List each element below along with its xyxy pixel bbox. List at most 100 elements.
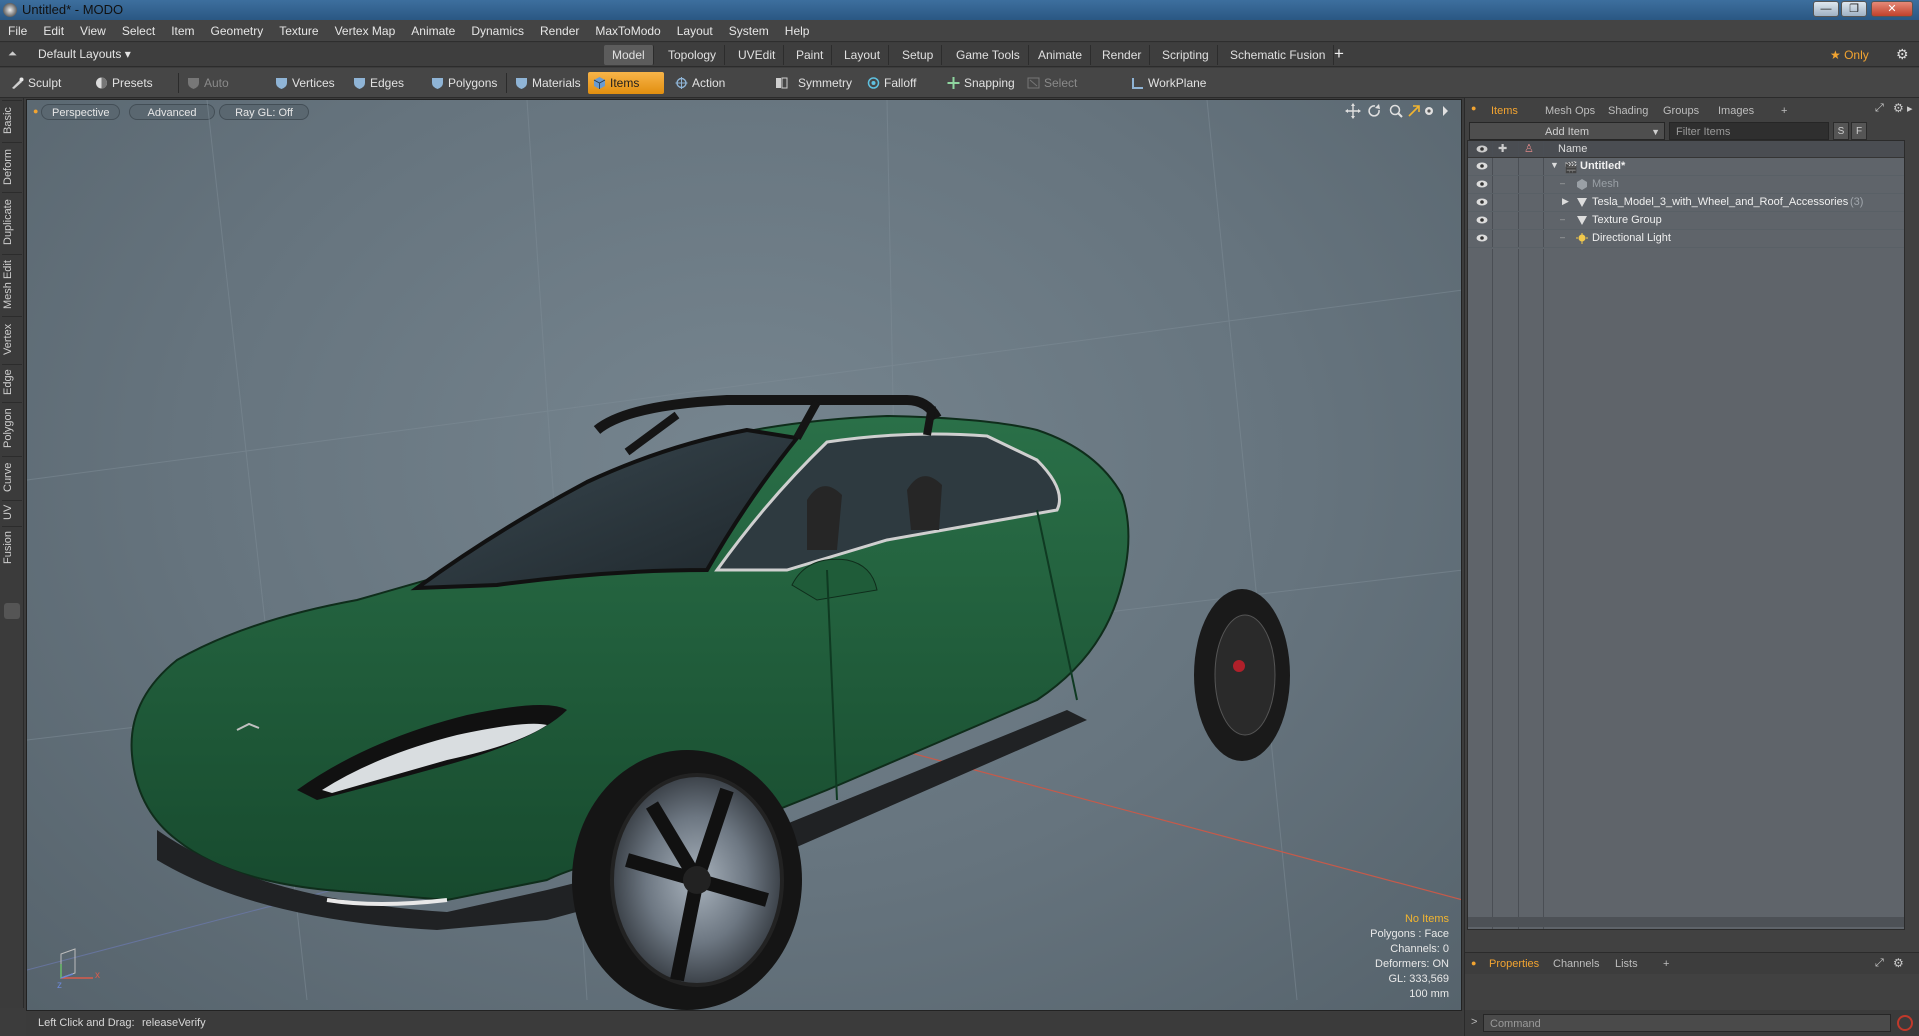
properties-maximize-icon[interactable]: ⤢ bbox=[1875, 957, 1884, 970]
menu-layout[interactable]: Layout bbox=[669, 20, 721, 42]
visibility-eye-icon[interactable] bbox=[1476, 215, 1488, 225]
filter-f-button[interactable]: F bbox=[1851, 122, 1867, 140]
properties-gear-icon[interactable]: ⚙ bbox=[1893, 956, 1904, 970]
menu-dynamics[interactable]: Dynamics bbox=[463, 20, 532, 42]
menu-system[interactable]: System bbox=[721, 20, 777, 42]
vtab-curve[interactable]: Curve bbox=[2, 456, 22, 498]
visibility-eye-icon[interactable] bbox=[1476, 233, 1488, 243]
list-item-untitled[interactable]: ▼ 🎬 Untitled* bbox=[1468, 158, 1904, 176]
vtab-vertex[interactable]: Vertex bbox=[2, 316, 22, 362]
tab-properties[interactable]: Properties bbox=[1481, 955, 1547, 973]
menu-geometry[interactable]: Geometry bbox=[203, 20, 272, 42]
layout-collapse-icon[interactable]: ⏶ bbox=[8, 48, 17, 61]
expand-arrow-icon[interactable]: ▼ bbox=[1550, 160, 1559, 170]
minimize-button[interactable]: — bbox=[1813, 1, 1839, 17]
menu-texture[interactable]: Texture bbox=[271, 20, 326, 42]
menu-item[interactable]: Item bbox=[163, 20, 202, 42]
visibility-eye-icon[interactable] bbox=[1476, 197, 1488, 207]
layout-settings-gear-icon[interactable]: ⚙ bbox=[1896, 46, 1909, 63]
sculpt-button[interactable]: Sculpt bbox=[6, 72, 86, 94]
tab-shading[interactable]: Shading bbox=[1600, 102, 1656, 120]
list-item-texture-group[interactable]: – Texture Group bbox=[1468, 212, 1904, 230]
car-model[interactable] bbox=[130, 395, 1290, 1010]
materials-button[interactable]: Materials bbox=[510, 72, 581, 94]
tab-paint[interactable]: Paint bbox=[788, 45, 833, 65]
menu-render[interactable]: Render bbox=[532, 20, 587, 42]
falloff-button[interactable]: Falloff bbox=[862, 72, 942, 94]
workplane-button[interactable]: WorkPlane bbox=[1126, 72, 1212, 94]
add-tab-button[interactable]: + bbox=[1334, 44, 1344, 64]
tab-layout[interactable]: Layout bbox=[836, 45, 890, 65]
item-list: ✚ ♙ Name ▼ 🎬 Untitled* – Mesh ▶ Tesla_Mo… bbox=[1467, 140, 1905, 930]
command-input[interactable]: Command bbox=[1483, 1014, 1891, 1032]
list-item-mesh[interactable]: – Mesh bbox=[1468, 176, 1904, 194]
vtab-uv[interactable]: UV bbox=[2, 500, 22, 524]
panel-maximize-icon[interactable]: ⤢ bbox=[1875, 102, 1884, 115]
vtab-deform[interactable]: Deform bbox=[2, 142, 22, 190]
add-properties-tab-button[interactable]: + bbox=[1655, 955, 1677, 973]
vtab-edge[interactable]: Edge bbox=[2, 364, 22, 400]
tab-uvedit[interactable]: UVEdit bbox=[730, 45, 785, 65]
filter-s-button[interactable]: S bbox=[1833, 122, 1849, 140]
menu-view[interactable]: View bbox=[72, 20, 114, 42]
record-macro-icon[interactable] bbox=[1897, 1015, 1913, 1031]
item-list-horizontal-scrollbar[interactable] bbox=[1468, 917, 1904, 927]
only-toggle[interactable]: ★ Only bbox=[1830, 48, 1869, 62]
tab-mesh-ops[interactable]: Mesh Ops bbox=[1537, 102, 1603, 120]
tab-render[interactable]: Render bbox=[1094, 45, 1151, 65]
panel-menu-dot-icon[interactable]: ● bbox=[1471, 103, 1476, 113]
auto-select-button[interactable]: Auto Select bbox=[182, 72, 266, 112]
vtab-mesh-edit[interactable]: Mesh Edit bbox=[2, 254, 22, 314]
menu-vertex-map[interactable]: Vertex Map bbox=[327, 20, 404, 42]
item-list-empty-area[interactable] bbox=[1468, 249, 1906, 929]
edges-button[interactable]: Edges 2 bbox=[348, 72, 422, 112]
vtab-basic[interactable]: Basic bbox=[2, 100, 22, 140]
visibility-eye-icon[interactable] bbox=[1476, 161, 1488, 171]
items-mode-button[interactable]: Items bbox=[588, 72, 664, 94]
maximize-button[interactable]: ❐ bbox=[1841, 1, 1867, 17]
tab-topology[interactable]: Topology bbox=[660, 45, 726, 65]
close-button[interactable]: ✕ bbox=[1871, 1, 1913, 17]
tab-scripting[interactable]: Scripting bbox=[1154, 45, 1218, 65]
vertices-button[interactable]: Vertices 1 bbox=[270, 72, 346, 112]
select-through-button[interactable]: Select Through bbox=[1022, 72, 1122, 112]
list-item-directional-light[interactable]: – Directional Light bbox=[1468, 230, 1904, 248]
add-item-dropdown[interactable]: Add Item ▼ bbox=[1469, 122, 1665, 140]
vtab-fusion[interactable]: Fusion bbox=[2, 526, 22, 568]
tab-groups[interactable]: Groups bbox=[1655, 102, 1707, 120]
tab-lists[interactable]: Lists bbox=[1607, 955, 1646, 973]
tab-model[interactable]: Model bbox=[604, 45, 654, 65]
menu-edit[interactable]: Edit bbox=[35, 20, 72, 42]
default-layouts-dropdown[interactable]: Default Layouts ▾ bbox=[38, 47, 131, 61]
filter-items-input[interactable]: Filter Items bbox=[1669, 122, 1829, 140]
presets-button[interactable]: Presets F6 bbox=[90, 72, 170, 112]
palette-toggle-button[interactable] bbox=[4, 603, 20, 619]
tab-setup[interactable]: Setup bbox=[894, 45, 943, 65]
tab-game-tools[interactable]: Game Tools bbox=[948, 45, 1029, 65]
tab-schematic-fusion[interactable]: Schematic Fusion bbox=[1222, 45, 1335, 65]
menu-file[interactable]: File bbox=[0, 20, 35, 42]
visibility-eye-icon[interactable] bbox=[1476, 179, 1488, 189]
3d-viewport[interactable]: ● Perspective Advanced Ray GL: Off x z N… bbox=[26, 99, 1462, 1011]
vtab-duplicate[interactable]: Duplicate bbox=[2, 192, 22, 252]
tab-animate[interactable]: Animate bbox=[1030, 45, 1092, 65]
tab-channels[interactable]: Channels bbox=[1545, 955, 1607, 973]
add-panel-tab-button[interactable]: + bbox=[1773, 102, 1795, 120]
tab-items[interactable]: Items bbox=[1483, 102, 1526, 120]
tab-images[interactable]: Images bbox=[1710, 102, 1762, 120]
symmetry-button[interactable]: Symmetry bbox=[770, 72, 856, 94]
menu-select[interactable]: Select bbox=[114, 20, 163, 42]
polygons-button[interactable]: Polygons bbox=[426, 72, 502, 94]
name-column-header[interactable]: Name bbox=[1558, 143, 1587, 155]
vtab-polygon[interactable]: Polygon bbox=[2, 402, 22, 454]
menu-animate[interactable]: Animate bbox=[403, 20, 463, 42]
menu-help[interactable]: Help bbox=[777, 20, 818, 42]
list-item-tesla-model[interactable]: ▶ Tesla_Model_3_with_Wheel_and_Roof_Acce… bbox=[1468, 194, 1904, 212]
expand-arrow-icon[interactable]: ▶ bbox=[1562, 196, 1569, 207]
properties-menu-dot-icon[interactable]: ● bbox=[1471, 958, 1476, 968]
action-center-button[interactable]: Action Center bbox=[670, 72, 760, 112]
menu-maxtomodo[interactable]: MaxToModo bbox=[587, 20, 668, 42]
panel-collapse-icon[interactable]: ▸ bbox=[1907, 102, 1913, 115]
panel-gear-icon[interactable]: ⚙ bbox=[1893, 101, 1904, 115]
snapping-button[interactable]: Snapping bbox=[942, 72, 1032, 94]
